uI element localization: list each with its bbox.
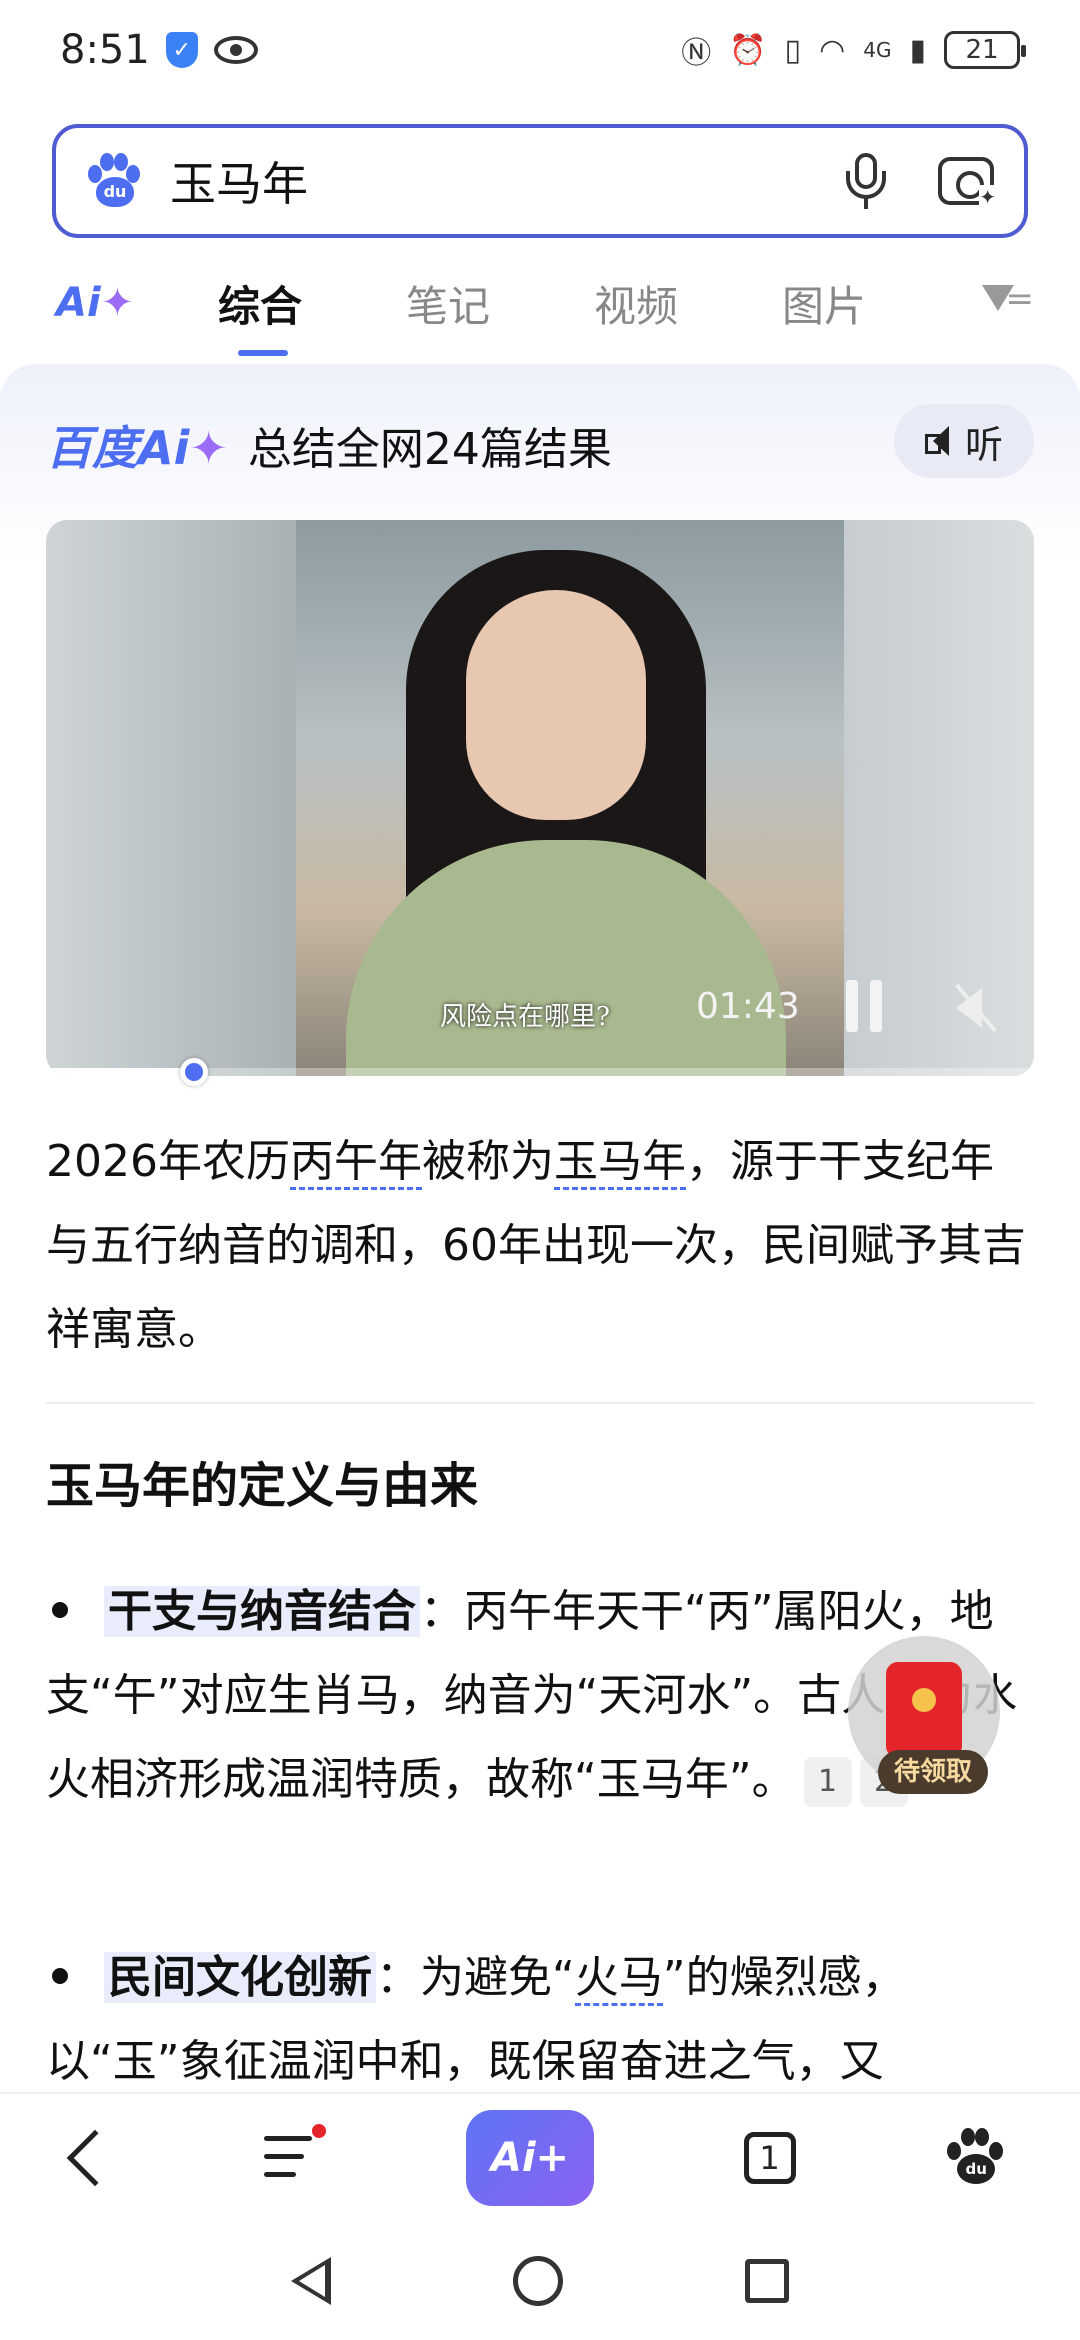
tab-videos[interactable]: 视频 (542, 273, 730, 334)
video-progress-fill (46, 1068, 195, 1076)
video-progress-knob[interactable] (180, 1058, 208, 1086)
ai-assistant-button[interactable]: Ai+ (465, 2110, 594, 2206)
status-left: 8:51 ✓ (60, 27, 258, 73)
video-time: 01:43 (696, 986, 800, 1027)
vibrate-icon: ▯ (784, 32, 802, 68)
search-tabs: Ai✦ 综合 笔记 视频 图片 (0, 258, 1080, 356)
shield-check-icon: ✓ (165, 32, 198, 68)
answer-summary: 2026年农历丙午年被称为玉马年，源于干支纪年与五行纳音的调和，60年出现一次，… (46, 1120, 1036, 1372)
video-player[interactable]: 风险点在哪里? 01:43 (46, 520, 1034, 1076)
tab-notes[interactable]: 笔记 (354, 273, 542, 334)
battery-level: 21 (965, 35, 999, 65)
system-recents-icon[interactable] (745, 2259, 789, 2303)
baidu-paw-icon: du (86, 153, 142, 209)
bullet-dot (52, 1602, 68, 1618)
listen-button[interactable]: 听 (894, 404, 1034, 478)
status-bar: 8:51 ✓ Ⓝ ⏰ ▯ ◠ 4G ▮ 21 (0, 0, 1080, 100)
status-time: 8:51 (60, 27, 150, 73)
menu-icon[interactable] (264, 2124, 327, 2180)
term-link-huoma[interactable]: 火马 (574, 1952, 663, 2006)
tab-images[interactable]: 图片 (730, 273, 918, 334)
summary-text: 被称为 (421, 1136, 554, 1187)
video-frame-background (46, 520, 296, 1076)
tab-comprehensive[interactable]: 综合 (166, 273, 354, 356)
red-packet-float[interactable]: 待领取 (848, 1636, 1000, 1794)
bullet-text: ：为避免“ (376, 1952, 575, 2003)
speaker-icon (924, 426, 955, 456)
red-envelope-icon (886, 1662, 962, 1758)
video-subtitle: 风险点在哪里? (440, 1002, 610, 1032)
bullet-dot (52, 1968, 68, 1984)
tab-ai-label: Ai (56, 280, 101, 326)
red-packet-label: 待领取 (878, 1750, 988, 1794)
battery-icon: 21 (944, 31, 1026, 69)
alarm-icon: ⏰ (729, 32, 767, 68)
system-nav-bar (0, 2222, 1080, 2340)
mute-icon[interactable] (952, 982, 998, 1032)
ai-summary-header: 百度Ai✦ 总结全网24篇结果 (46, 408, 612, 482)
sparkle-icon: ✦ (189, 421, 228, 475)
term-link-yuma[interactable]: 玉马年 (553, 1136, 686, 1190)
bullet-keyword: 干支与纳音结合 (104, 1586, 420, 1637)
search-box[interactable]: du 玉马年 (52, 124, 1028, 238)
bullet-keyword: 民间文化创新 (104, 1952, 376, 2003)
camera-search-icon[interactable] (938, 157, 996, 209)
network-type: 4G (863, 38, 892, 62)
summary-text: 2026年农历 (46, 1136, 290, 1187)
citation-1[interactable]: 1 (803, 1757, 852, 1807)
tab-ai[interactable]: Ai✦ (56, 280, 166, 326)
system-home-icon[interactable] (513, 2256, 563, 2306)
section-title: 玉马年的定义与由来 (46, 1458, 479, 1514)
status-right: Ⓝ ⏰ ▯ ◠ 4G ▮ 21 (681, 28, 1026, 72)
eye-icon (213, 36, 258, 64)
filter-icon[interactable] (982, 279, 1034, 325)
nfc-icon: Ⓝ (681, 36, 712, 71)
sparkle-icon: ✦ (100, 280, 135, 326)
signal-icon: ▮ (909, 32, 926, 68)
video-frame-person (466, 590, 646, 820)
baidu-home-icon[interactable]: du (945, 2128, 1005, 2188)
search-input[interactable]: 玉马年 (170, 148, 846, 214)
term-link-bingwu[interactable]: 丙午年 (289, 1136, 422, 1190)
notification-dot (312, 2124, 327, 2138)
listen-label: 听 (964, 422, 1003, 467)
baidu-ai-logo: 百度Ai✦ (46, 412, 228, 478)
mic-icon[interactable] (846, 153, 886, 209)
divider (46, 1402, 1034, 1404)
wifi-icon: ◠ (819, 32, 846, 68)
tabs-count-button[interactable]: 1 (743, 2132, 796, 2184)
back-arrow-icon[interactable] (66, 2129, 124, 2187)
system-back-icon[interactable] (291, 2257, 331, 2305)
pause-icon[interactable] (844, 980, 884, 1032)
ai-summary-title: 总结全网24篇结果 (247, 424, 612, 475)
baidu-ai-brand: 百度Ai (46, 421, 190, 475)
browser-bottom-nav: Ai+ 1 du (0, 2092, 1080, 2222)
bullet-item: 民间文化创新：为避免“火马”的燥烈感，以“玉”象征温润中和，既保留奋进之气，又 (46, 1936, 1036, 2104)
